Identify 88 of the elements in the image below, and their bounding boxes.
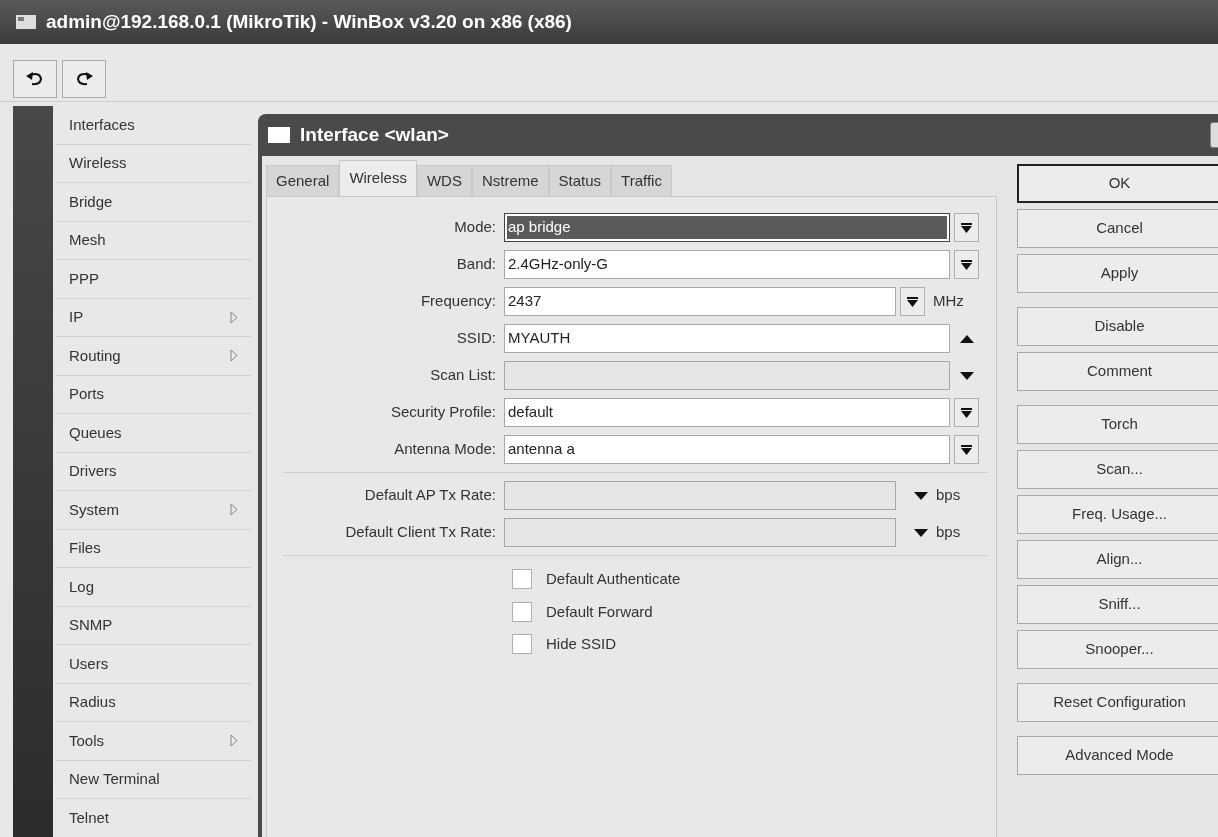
menu-item[interactable]: Log: [56, 568, 252, 607]
field-label: Scan List:: [429, 365, 497, 386]
dialog-button[interactable]: Freq. Usage...: [1017, 495, 1218, 534]
tab[interactable]: Nstreme: [471, 165, 549, 196]
redo-icon: [75, 72, 93, 86]
expand-arrow-icon: [914, 528, 928, 537]
dialog-button[interactable]: Reset Configuration: [1017, 683, 1218, 722]
input-field[interactable]: default: [504, 398, 950, 427]
field-label: Security Profile:: [389, 402, 497, 423]
dialog-button[interactable]: Align...: [1017, 540, 1218, 579]
unit-label: MHz: [933, 291, 964, 312]
menu-item[interactable]: Users: [56, 645, 252, 684]
dialog-button[interactable]: Advanced Mode: [1017, 736, 1218, 775]
menu-item[interactable]: New Terminal: [56, 760, 252, 799]
input-field[interactable]: antenna a: [504, 435, 950, 464]
field-label: Band:: [455, 254, 497, 275]
menu-item[interactable]: System: [56, 491, 252, 530]
menu-item[interactable]: Routing: [56, 337, 252, 376]
dropdown-button[interactable]: [954, 213, 979, 242]
submenu-arrow-icon: [230, 734, 238, 748]
dropdown-arrow-icon: [907, 296, 918, 307]
dropdown-button[interactable]: [900, 287, 925, 316]
tab[interactable]: Wireless: [339, 160, 417, 196]
dialog-button[interactable]: Cancel: [1017, 209, 1218, 248]
field-label: Mode:: [453, 217, 497, 238]
menu-item[interactable]: Files: [56, 529, 252, 568]
field-label: Frequency:: [419, 291, 497, 312]
input-field[interactable]: 2437: [504, 287, 896, 316]
menu-item[interactable]: Mesh: [56, 221, 252, 260]
dropdown-arrow-icon: [961, 407, 972, 418]
tab[interactable]: Status: [548, 165, 612, 196]
collapse-arrow-icon: [960, 334, 974, 343]
dialog-title: Interface <wlan>: [300, 122, 450, 147]
dropdown-button[interactable]: [954, 435, 979, 464]
checkbox-label: Default Forward: [546, 601, 653, 622]
input-field[interactable]: 2.4GHz-only-G: [504, 250, 950, 279]
tab[interactable]: WDS: [416, 165, 472, 196]
menu-item[interactable]: IP: [56, 298, 252, 337]
checkbox[interactable]: [512, 601, 532, 622]
unit-label: bps: [936, 485, 961, 506]
undo-button[interactable]: [13, 60, 57, 98]
window-icon: [16, 15, 36, 29]
field-label: Antenna Mode:: [393, 439, 497, 460]
dropdown-arrow-icon: [961, 444, 972, 455]
checkbox[interactable]: [512, 569, 532, 590]
dialog-icon: [268, 127, 290, 143]
unit-label: bps: [936, 522, 961, 543]
submenu-arrow-icon: [230, 503, 238, 517]
menu-item[interactable]: PPP: [56, 260, 252, 299]
field-label: SSID:: [455, 328, 497, 349]
undo-icon: [26, 72, 44, 86]
menu-item[interactable]: Interfaces: [56, 106, 252, 145]
tab[interactable]: General: [266, 165, 340, 196]
menu-item[interactable]: Telnet: [56, 799, 252, 837]
menu-item[interactable]: Radius: [56, 683, 252, 722]
menu-item[interactable]: Queues: [56, 414, 252, 453]
dropdown-button[interactable]: [954, 398, 979, 427]
expand-arrow-icon: [960, 371, 974, 380]
dialog-button[interactable]: Scan...: [1017, 450, 1218, 489]
dialog-button[interactable]: Apply: [1017, 254, 1218, 293]
dropdown-button[interactable]: [954, 250, 979, 279]
submenu-arrow-icon: [230, 349, 238, 363]
menu-item[interactable]: Tools: [56, 722, 252, 761]
field-label: Default AP Tx Rate:: [363, 485, 497, 506]
dialog-button[interactable]: Snooper...: [1017, 630, 1218, 669]
redo-button[interactable]: [62, 60, 106, 98]
dropdown-arrow-icon: [961, 222, 972, 233]
dialog-button[interactable]: Disable: [1017, 307, 1218, 346]
menu-item[interactable]: Drivers: [56, 452, 252, 491]
dropdown-arrow-icon: [961, 259, 972, 270]
menu-item[interactable]: Bridge: [56, 183, 252, 222]
dialog-button[interactable]: Torch: [1017, 405, 1218, 444]
submenu-arrow-icon: [230, 310, 238, 324]
input-field[interactable]: ap bridge: [504, 213, 950, 242]
dialog-button[interactable]: Sniff...: [1017, 585, 1218, 624]
menu-item[interactable]: Ports: [56, 375, 252, 414]
field-label: Default Client Tx Rate:: [344, 522, 497, 543]
checkbox[interactable]: [512, 634, 532, 655]
checkbox-label: Default Authenticate: [546, 569, 681, 589]
menu-item[interactable]: Wireless: [56, 144, 252, 183]
menu-item[interactable]: SNMP: [56, 606, 252, 645]
checkbox-label: Hide SSID: [546, 634, 617, 654]
input-field[interactable]: MYAUTH: [504, 324, 950, 353]
window-title: admin@192.168.0.1 (MikroTik) - WinBox v3.20 on x86 (x86): [46, 9, 572, 34]
tab[interactable]: Traffic: [611, 165, 672, 196]
expand-arrow-icon: [914, 491, 928, 500]
dialog-button[interactable]: Comment: [1017, 352, 1218, 391]
dialog-button[interactable]: OK: [1017, 164, 1218, 203]
